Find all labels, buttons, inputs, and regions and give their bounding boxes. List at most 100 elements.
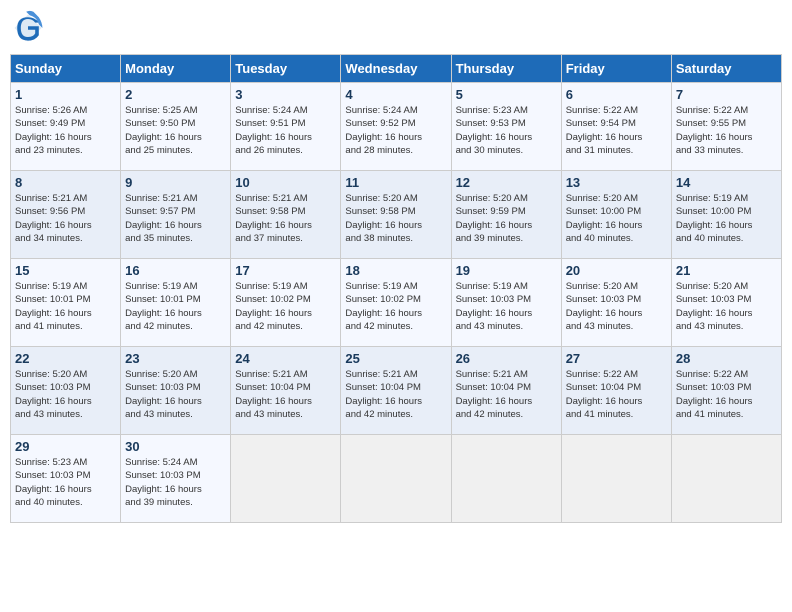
calendar-cell: 29 Sunrise: 5:23 AMSunset: 10:03 PMDaylig… (11, 435, 121, 523)
day-info: Sunrise: 5:21 AMSunset: 10:04 PMDaylight… (345, 368, 446, 421)
calendar-cell (451, 435, 561, 523)
day-info: Sunrise: 5:19 AMSunset: 10:02 PMDaylight… (235, 280, 336, 333)
day-number: 10 (235, 175, 336, 190)
calendar-cell: 30 Sunrise: 5:24 AMSunset: 10:03 PMDaylig… (121, 435, 231, 523)
calendar-cell: 6 Sunrise: 5:22 AMSunset: 9:54 PMDaylight… (561, 83, 671, 171)
day-number: 12 (456, 175, 557, 190)
calendar-cell: 5 Sunrise: 5:23 AMSunset: 9:53 PMDaylight… (451, 83, 561, 171)
calendar-cell: 24 Sunrise: 5:21 AMSunset: 10:04 PMDaylig… (231, 347, 341, 435)
logo (10, 10, 50, 46)
calendar-cell: 26 Sunrise: 5:21 AMSunset: 10:04 PMDaylig… (451, 347, 561, 435)
week-row-3: 15 Sunrise: 5:19 AMSunset: 10:01 PMDaylig… (11, 259, 782, 347)
day-info: Sunrise: 5:23 AMSunset: 9:53 PMDaylight:… (456, 104, 557, 157)
day-info: Sunrise: 5:21 AMSunset: 9:57 PMDaylight:… (125, 192, 226, 245)
day-number: 17 (235, 263, 336, 278)
day-number: 1 (15, 87, 116, 102)
day-number: 5 (456, 87, 557, 102)
day-number: 9 (125, 175, 226, 190)
weekday-header-monday: Monday (121, 55, 231, 83)
day-info: Sunrise: 5:20 AMSunset: 10:00 PMDaylight… (566, 192, 667, 245)
calendar-cell: 4 Sunrise: 5:24 AMSunset: 9:52 PMDaylight… (341, 83, 451, 171)
calendar-cell: 11 Sunrise: 5:20 AMSunset: 9:58 PMDayligh… (341, 171, 451, 259)
calendar-cell: 27 Sunrise: 5:22 AMSunset: 10:04 PMDaylig… (561, 347, 671, 435)
weekday-header-row: SundayMondayTuesdayWednesdayThursdayFrid… (11, 55, 782, 83)
calendar-cell: 10 Sunrise: 5:21 AMSunset: 9:58 PMDayligh… (231, 171, 341, 259)
day-number: 19 (456, 263, 557, 278)
calendar-cell: 22Sunrise: 5:20 AMSunset: 10:03 PMDaylig… (11, 347, 121, 435)
day-info: Sunrise: 5:21 AMSunset: 9:58 PMDaylight:… (235, 192, 336, 245)
calendar-cell: 28 Sunrise: 5:22 AMSunset: 10:03 PMDaylig… (671, 347, 781, 435)
day-info: Sunrise: 5:21 AMSunset: 10:04 PMDaylight… (235, 368, 336, 421)
day-number: 25 (345, 351, 446, 366)
calendar-cell: 8 Sunrise: 5:21 AMSunset: 9:56 PMDaylight… (11, 171, 121, 259)
calendar-cell (671, 435, 781, 523)
day-number: 21 (676, 263, 777, 278)
calendar-cell: 14 Sunrise: 5:19 AMSunset: 10:00 PMDaylig… (671, 171, 781, 259)
calendar-cell (561, 435, 671, 523)
weekday-header-tuesday: Tuesday (231, 55, 341, 83)
day-number: 6 (566, 87, 667, 102)
day-info: Sunrise: 5:19 AMSunset: 10:01 PMDaylight… (125, 280, 226, 333)
day-info: Sunrise: 5:26 AMSunset: 9:49 PMDaylight:… (15, 104, 116, 157)
day-number: 23 (125, 351, 226, 366)
day-number: 15 (15, 263, 116, 278)
calendar-cell: 18 Sunrise: 5:19 AMSunset: 10:02 PMDaylig… (341, 259, 451, 347)
day-number: 16 (125, 263, 226, 278)
day-number: 24 (235, 351, 336, 366)
day-info: Sunrise: 5:21 AMSunset: 10:04 PMDaylight… (456, 368, 557, 421)
calendar-cell: 3 Sunrise: 5:24 AMSunset: 9:51 PMDaylight… (231, 83, 341, 171)
day-number: 18 (345, 263, 446, 278)
calendar-cell: 17 Sunrise: 5:19 AMSunset: 10:02 PMDaylig… (231, 259, 341, 347)
day-number: 30 (125, 439, 226, 454)
week-row-4: 22Sunrise: 5:20 AMSunset: 10:03 PMDaylig… (11, 347, 782, 435)
day-info: Sunrise: 5:23 AMSunset: 10:03 PMDaylight… (15, 456, 116, 509)
calendar-cell: 15 Sunrise: 5:19 AMSunset: 10:01 PMDaylig… (11, 259, 121, 347)
calendar-cell: 23Sunrise: 5:20 AMSunset: 10:03 PMDaylig… (121, 347, 231, 435)
day-info: Sunrise: 5:19 AMSunset: 10:00 PMDaylight… (676, 192, 777, 245)
calendar-cell (341, 435, 451, 523)
day-number: 11 (345, 175, 446, 190)
weekday-header-sunday: Sunday (11, 55, 121, 83)
day-info: Sunrise: 5:22 AMSunset: 9:55 PMDaylight:… (676, 104, 777, 157)
calendar-cell: 25 Sunrise: 5:21 AMSunset: 10:04 PMDaylig… (341, 347, 451, 435)
day-number: 14 (676, 175, 777, 190)
day-number: 4 (345, 87, 446, 102)
day-info: Sunrise: 5:19 AMSunset: 10:02 PMDaylight… (345, 280, 446, 333)
day-info: Sunrise: 5:20 AMSunset: 9:58 PMDaylight:… (345, 192, 446, 245)
week-row-1: 1 Sunrise: 5:26 AMSunset: 9:49 PMDaylight… (11, 83, 782, 171)
day-number: 7 (676, 87, 777, 102)
calendar-table: SundayMondayTuesdayWednesdayThursdayFrid… (10, 54, 782, 523)
weekday-header-friday: Friday (561, 55, 671, 83)
day-number: 8 (15, 175, 116, 190)
calendar-cell: 9 Sunrise: 5:21 AMSunset: 9:57 PMDaylight… (121, 171, 231, 259)
day-info: Sunrise: 5:24 AMSunset: 10:03 PMDaylight… (125, 456, 226, 509)
week-row-5: 29 Sunrise: 5:23 AMSunset: 10:03 PMDaylig… (11, 435, 782, 523)
day-number: 13 (566, 175, 667, 190)
calendar-cell: 7 Sunrise: 5:22 AMSunset: 9:55 PMDaylight… (671, 83, 781, 171)
calendar-cell (231, 435, 341, 523)
day-info: Sunrise: 5:25 AMSunset: 9:50 PMDaylight:… (125, 104, 226, 157)
calendar-cell: 2Sunrise: 5:25 AMSunset: 9:50 PMDaylight… (121, 83, 231, 171)
weekday-header-thursday: Thursday (451, 55, 561, 83)
day-info: Sunrise: 5:24 AMSunset: 9:51 PMDaylight:… (235, 104, 336, 157)
calendar-cell: 12 Sunrise: 5:20 AMSunset: 9:59 PMDayligh… (451, 171, 561, 259)
calendar-cell: 1 Sunrise: 5:26 AMSunset: 9:49 PMDaylight… (11, 83, 121, 171)
week-row-2: 8 Sunrise: 5:21 AMSunset: 9:56 PMDaylight… (11, 171, 782, 259)
day-number: 27 (566, 351, 667, 366)
day-info: Sunrise: 5:22 AMSunset: 10:03 PMDaylight… (676, 368, 777, 421)
day-info: Sunrise: 5:22 AMSunset: 10:04 PMDaylight… (566, 368, 667, 421)
day-number: 29 (15, 439, 116, 454)
day-number: 28 (676, 351, 777, 366)
day-info: Sunrise: 5:20 AMSunset: 9:59 PMDaylight:… (456, 192, 557, 245)
day-info: Sunrise: 5:19 AMSunset: 10:03 PMDaylight… (456, 280, 557, 333)
weekday-header-saturday: Saturday (671, 55, 781, 83)
day-number: 20 (566, 263, 667, 278)
day-number: 26 (456, 351, 557, 366)
day-number: 3 (235, 87, 336, 102)
day-info: Sunrise: 5:21 AMSunset: 9:56 PMDaylight:… (15, 192, 116, 245)
calendar-cell: 16 Sunrise: 5:19 AMSunset: 10:01 PMDaylig… (121, 259, 231, 347)
day-info: Sunrise: 5:24 AMSunset: 9:52 PMDaylight:… (345, 104, 446, 157)
day-info: Sunrise: 5:19 AMSunset: 10:01 PMDaylight… (15, 280, 116, 333)
day-info: Sunrise: 5:22 AMSunset: 9:54 PMDaylight:… (566, 104, 667, 157)
day-info: Sunrise: 5:20 AMSunset: 10:03 PMDaylight… (566, 280, 667, 333)
